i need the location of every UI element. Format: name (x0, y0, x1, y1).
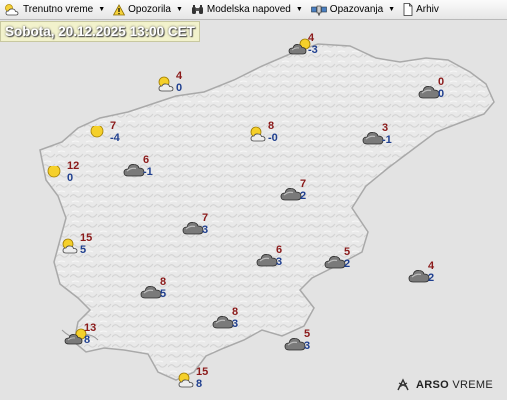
temp-max: 7 (202, 212, 209, 224)
logo-name: VREME (452, 379, 493, 391)
chevron-down-icon: ▼ (175, 6, 183, 13)
partly-cloudy-icon (60, 238, 80, 259)
partly-cloudy-icon (156, 76, 176, 97)
temp-min: 2 (300, 190, 307, 202)
temp-min: 2 (428, 272, 435, 284)
chevron-down-icon: ▼ (388, 6, 396, 13)
nav-opozorila[interactable]: Opozorila ▼ (109, 0, 187, 20)
arso-logo-icon (397, 378, 409, 391)
arso-vreme-logo: ARSO VREME (396, 378, 493, 392)
station[interactable]: 7 -4 (90, 120, 150, 150)
temp-min: -4 (110, 132, 120, 144)
station[interactable]: 7 3 (182, 212, 242, 242)
temp-min: 0 (438, 88, 445, 100)
logo-brand: ARSO (416, 379, 450, 391)
sunny-icon (90, 124, 106, 147)
station[interactable]: 8 5 (140, 276, 200, 306)
temp-min: 5 (80, 244, 87, 256)
temp-max: 5 (344, 246, 351, 258)
station[interactable]: 12 0 (47, 160, 107, 190)
station[interactable]: 6 -1 (123, 154, 183, 184)
nav-opazovanja[interactable]: Opazovanja ▼ (307, 0, 399, 20)
temp-min: 3 (304, 340, 311, 352)
temp-min: 5 (160, 288, 167, 300)
temp-max: 5 (304, 328, 311, 340)
temp-max: 7 (110, 120, 117, 132)
temp-max: 6 (276, 244, 283, 256)
station[interactable]: 8 3 (212, 306, 272, 336)
station[interactable]: 6 3 (256, 244, 316, 274)
temp-max: 8 (268, 120, 275, 132)
document-icon (403, 3, 413, 16)
nav-label: Trenutno vreme (23, 4, 94, 15)
station[interactable]: 4 0 (156, 70, 216, 100)
forecast-datetime: Sobota, 20.12.2025 13:00 CET (5, 24, 195, 39)
cloud-sun-icon (5, 4, 19, 16)
station[interactable]: 0 0 (418, 76, 478, 106)
temp-max: 15 (80, 232, 93, 244)
nav-modelska-napoved[interactable]: Modelska napoved ▼ (187, 0, 307, 20)
warning-icon (113, 3, 126, 15)
temp-max: 3 (382, 122, 389, 134)
station[interactable]: 4 -3 (288, 32, 348, 62)
station[interactable]: 4 2 (408, 260, 468, 290)
temp-min: 8 (84, 334, 91, 346)
temp-max: 0 (438, 76, 445, 88)
chevron-down-icon: ▼ (295, 6, 303, 13)
temp-min: -0 (268, 132, 278, 144)
station[interactable]: 5 3 (284, 328, 344, 358)
temp-max: 4 (176, 70, 183, 82)
temp-min: -1 (382, 134, 392, 146)
sunny-icon (47, 164, 63, 187)
partly-cloudy-icon (176, 372, 196, 393)
temp-max: 8 (160, 276, 167, 288)
station[interactable]: 3 -1 (362, 122, 422, 152)
temp-min: 2 (344, 258, 351, 270)
station[interactable]: 15 8 (176, 366, 236, 396)
nav-label: Opazovanja (329, 4, 384, 15)
temp-min: 3 (276, 256, 283, 268)
temp-max: 7 (300, 178, 307, 190)
nav-arhiv[interactable]: Arhiv (399, 0, 443, 20)
binoculars-icon (191, 4, 203, 14)
nav-label: Opozorila (128, 4, 171, 15)
chevron-down-icon: ▼ (98, 6, 106, 13)
nav-label: Modelska napoved (206, 4, 291, 15)
temp-min: 0 (176, 82, 183, 94)
temp-max: 4 (428, 260, 435, 272)
nav-trenutno-vreme[interactable]: Trenutno vreme ▼ (0, 0, 109, 20)
temp-min: 0 (67, 172, 74, 184)
station[interactable]: 15 5 (60, 232, 120, 262)
temp-max: 6 (143, 154, 150, 166)
temp-min: 3 (202, 224, 209, 236)
forecast-datetime-banner: Sobota, 20.12.2025 13:00 CET (0, 21, 200, 42)
temp-max: 13 (84, 322, 97, 334)
temp-max: 8 (232, 306, 239, 318)
temp-min: 8 (196, 378, 203, 390)
partly-cloudy-icon (248, 126, 268, 147)
station[interactable]: 8 -0 (248, 120, 308, 150)
station[interactable]: 13 8 (64, 322, 124, 352)
temp-max: 4 (308, 32, 315, 44)
temp-min: -1 (143, 166, 153, 178)
nav-label: Arhiv (416, 4, 439, 15)
temp-max: 15 (196, 366, 209, 378)
temp-max: 12 (67, 160, 80, 172)
station[interactable]: 7 2 (280, 178, 340, 208)
top-nav: Trenutno vreme ▼ Opozorila ▼ Modelska na… (0, 0, 507, 20)
temp-min: -3 (308, 44, 318, 56)
temp-min: 3 (232, 318, 239, 330)
satellite-icon (310, 5, 327, 15)
station[interactable]: 5 2 (324, 246, 384, 276)
